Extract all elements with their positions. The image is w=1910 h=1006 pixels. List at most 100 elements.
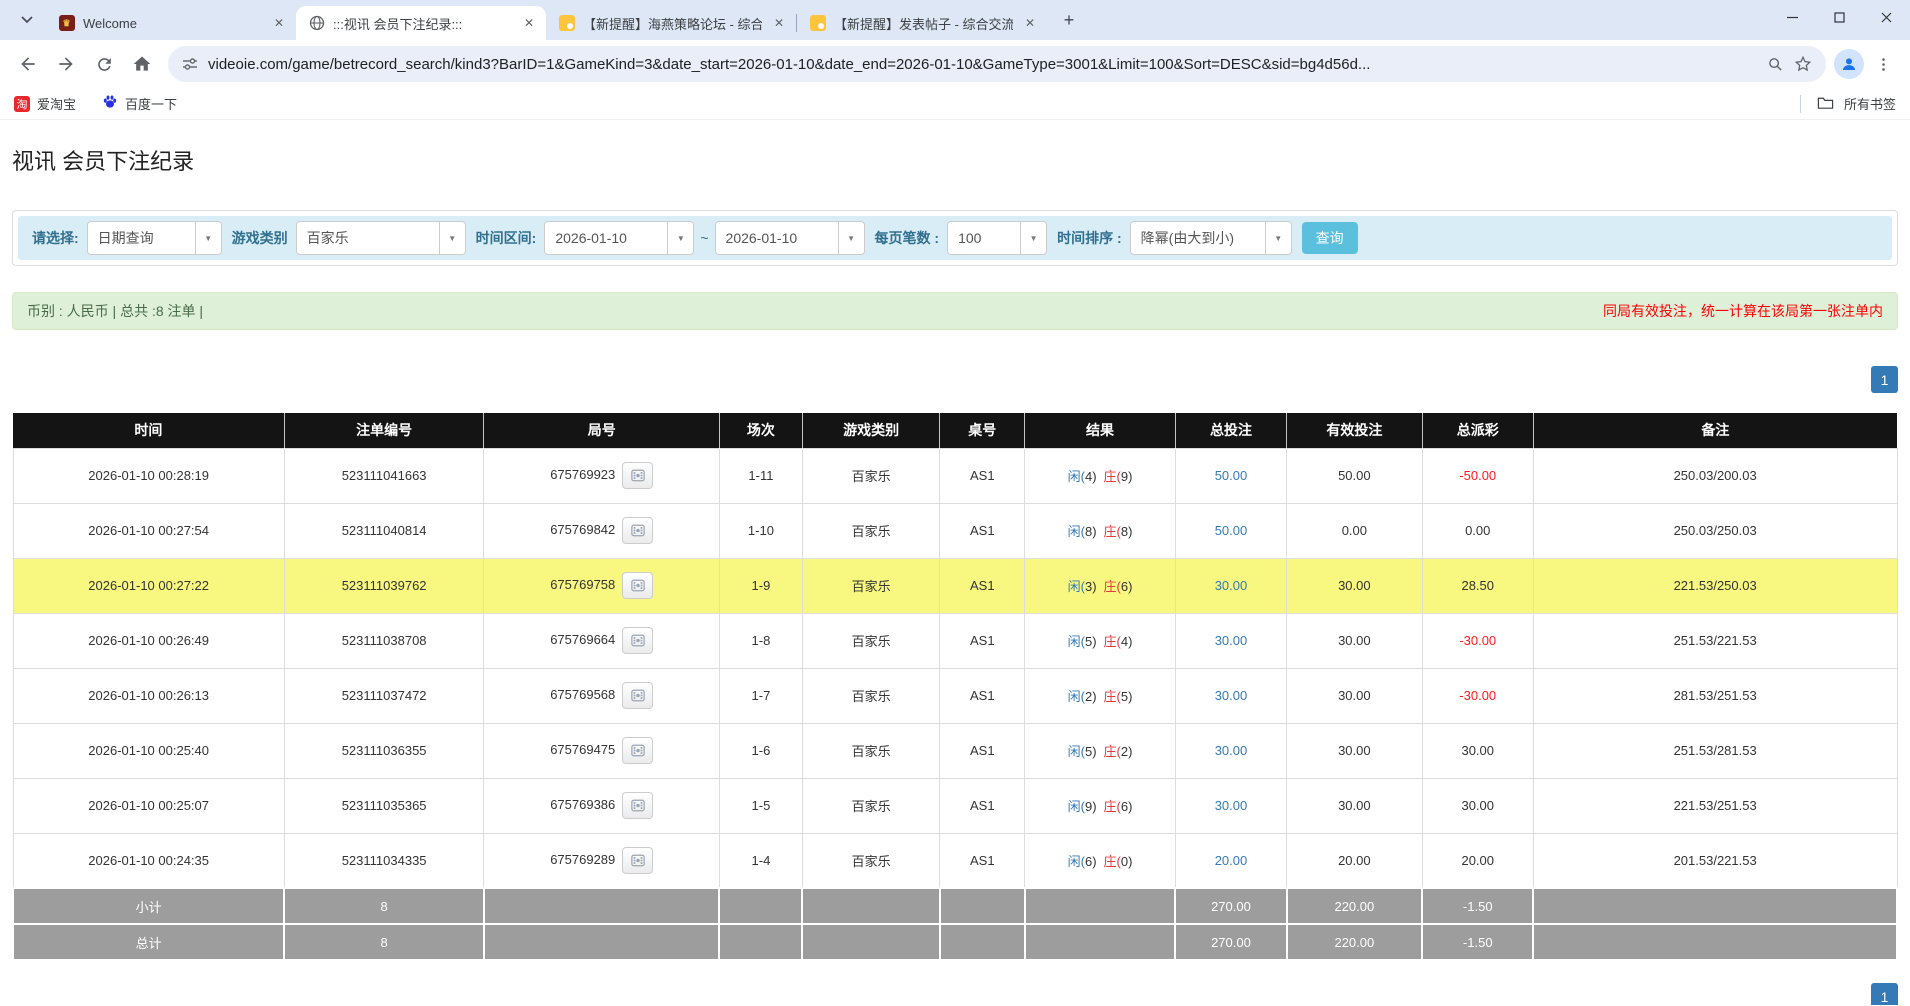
bookmark-baidu[interactable]: 百度一下 <box>102 94 177 113</box>
result-player: 闲(8) <box>1068 521 1097 540</box>
video-replay-button[interactable] <box>622 737 653 764</box>
game-type-select[interactable]: 百家乐 ▼ <box>296 221 466 255</box>
home-icon[interactable] <box>124 46 160 82</box>
sort-select[interactable]: 降幂(由大到小) ▼ <box>1130 221 1292 255</box>
back-icon[interactable] <box>10 46 46 82</box>
chevron-down-icon: ▼ <box>1265 222 1291 254</box>
cell-total-bet[interactable]: 50.00 <box>1175 448 1286 503</box>
video-replay-button[interactable] <box>622 517 653 544</box>
profile-icon[interactable] <box>1834 49 1864 79</box>
cell-time: 2026-01-10 00:26:49 <box>13 613 284 668</box>
date-end-select[interactable]: 2026-01-10 ▼ <box>715 221 865 255</box>
video-replay-button[interactable] <box>622 682 653 709</box>
total-valid-bet: 220.00 <box>1287 924 1423 960</box>
pagination-top: 1 <box>12 366 1898 393</box>
new-tab-button[interactable]: + <box>1055 6 1083 34</box>
tab-bet-records[interactable]: :::视讯 会员下注纪录::: ✕ <box>296 6 546 40</box>
page-size-select[interactable]: 100 ▼ <box>947 221 1047 255</box>
cell-session: 1-10 <box>719 503 802 558</box>
cell-round: 675769842 <box>484 503 720 558</box>
cell-table-no: AS1 <box>940 503 1025 558</box>
total-valid-bet: 220.00 <box>1287 888 1423 924</box>
page-number-button[interactable]: 1 <box>1871 366 1898 393</box>
close-icon[interactable]: ✕ <box>1021 14 1039 32</box>
video-replay-button[interactable] <box>622 627 653 654</box>
close-icon[interactable]: ✕ <box>770 14 788 32</box>
cell-total-bet[interactable]: 30.00 <box>1175 613 1286 668</box>
cell-valid-bet: 30.00 <box>1287 778 1423 833</box>
cell-session: 1-8 <box>719 613 802 668</box>
cell-result: 闲(3)庄(6) <box>1025 558 1176 613</box>
cell-total-bet[interactable]: 50.00 <box>1175 503 1286 558</box>
chevron-down-icon: ▼ <box>667 222 693 254</box>
all-bookmarks-label: 所有书签 <box>1844 94 1896 113</box>
tab-welcome[interactable]: ♛ Welcome ✕ <box>46 6 296 40</box>
video-replay-button[interactable] <box>622 572 653 599</box>
tab-list-chevron-icon[interactable] <box>12 5 42 35</box>
url-text[interactable]: videoie.com/game/betrecord_search/kind3?… <box>208 56 1757 73</box>
tab-forum-1[interactable]: 【新提醒】海燕策略论坛 - 综合 ✕ <box>546 6 796 40</box>
select-value: 2026-01-10 <box>545 222 667 254</box>
close-icon[interactable]: ✕ <box>270 14 288 32</box>
round-number: 675769758 <box>550 577 615 592</box>
forward-icon[interactable] <box>48 46 84 82</box>
maximize-button[interactable] <box>1816 0 1863 34</box>
sort-label: 时间排序 : <box>1057 228 1122 248</box>
cell-bet-id: 523111036355 <box>284 723 484 778</box>
cell-valid-bet: 30.00 <box>1287 613 1423 668</box>
cell-table-no: AS1 <box>940 723 1025 778</box>
total-bet: 270.00 <box>1175 888 1286 924</box>
menu-icon[interactable] <box>1866 47 1900 81</box>
page-number-button[interactable]: 1 <box>1871 983 1898 1005</box>
tab-forum-2[interactable]: 【新提醒】发表帖子 - 综合交流 ✕ <box>797 6 1047 40</box>
cell-result: 闲(2)庄(5) <box>1025 668 1176 723</box>
video-replay-button[interactable] <box>622 847 653 874</box>
total-bet: 270.00 <box>1175 924 1286 960</box>
cell-payout: 30.00 <box>1422 778 1533 833</box>
search-button[interactable]: 查询 <box>1302 222 1358 254</box>
zoom-icon[interactable] <box>1767 56 1784 73</box>
video-replay-button[interactable] <box>622 792 653 819</box>
close-window-button[interactable] <box>1863 0 1910 34</box>
video-replay-button[interactable] <box>622 462 653 489</box>
cell-total-bet[interactable]: 30.00 <box>1175 558 1286 613</box>
globe-icon <box>308 15 325 32</box>
all-bookmarks[interactable]: 所有书签 <box>1800 94 1896 113</box>
bookmark-label: 百度一下 <box>125 94 177 113</box>
table-row: 2026-01-10 00:26:49523111038708675769664… <box>13 613 1897 668</box>
cell-payout: 0.00 <box>1422 503 1533 558</box>
bookmark-taobao[interactable]: 淘 爱淘宝 <box>14 94 76 113</box>
reload-icon[interactable] <box>86 46 122 82</box>
cell-game-type: 百家乐 <box>802 448 940 503</box>
date-start-select[interactable]: 2026-01-10 ▼ <box>544 221 694 255</box>
cell-total-bet[interactable]: 30.00 <box>1175 668 1286 723</box>
site-info-icon[interactable] <box>182 56 198 72</box>
column-header: 时间 <box>13 413 284 448</box>
select-value: 2026-01-10 <box>716 222 838 254</box>
column-header: 场次 <box>719 413 802 448</box>
result-player: 闲(3) <box>1068 576 1097 595</box>
url-bar[interactable]: videoie.com/game/betrecord_search/kind3?… <box>168 46 1826 82</box>
cell-note: 201.53/221.53 <box>1533 833 1897 888</box>
cell-result: 闲(5)庄(4) <box>1025 613 1176 668</box>
folder-icon <box>1817 95 1834 113</box>
cell-total-bet[interactable]: 20.00 <box>1175 833 1286 888</box>
bet-records-table: 时间注单编号局号场次游戏类别桌号结果总投注有效投注总派彩备注 2026-01-1… <box>12 413 1898 961</box>
cell-time: 2026-01-10 00:24:35 <box>13 833 284 888</box>
tab-title: Welcome <box>83 16 262 31</box>
cell-game-type: 百家乐 <box>802 503 940 558</box>
divider <box>1800 95 1801 113</box>
filter-panel: 请选择: 日期查询 ▼ 游戏类别 百家乐 ▼ 时间区间: 2026-01-10 … <box>12 210 1898 266</box>
cell-total-bet[interactable]: 30.00 <box>1175 778 1286 833</box>
cell-bet-id: 523111038708 <box>284 613 484 668</box>
cell-valid-bet: 30.00 <box>1287 558 1423 613</box>
close-icon[interactable]: ✕ <box>520 14 538 32</box>
select-value: 降幂(由大到小) <box>1131 222 1265 254</box>
query-mode-select[interactable]: 日期查询 ▼ <box>87 221 222 255</box>
bookmark-star-icon[interactable] <box>1794 55 1812 73</box>
video-icon <box>631 524 645 537</box>
minimize-button[interactable] <box>1769 0 1816 34</box>
cell-total-bet[interactable]: 30.00 <box>1175 723 1286 778</box>
video-icon <box>631 689 645 702</box>
cell-game-type: 百家乐 <box>802 833 940 888</box>
